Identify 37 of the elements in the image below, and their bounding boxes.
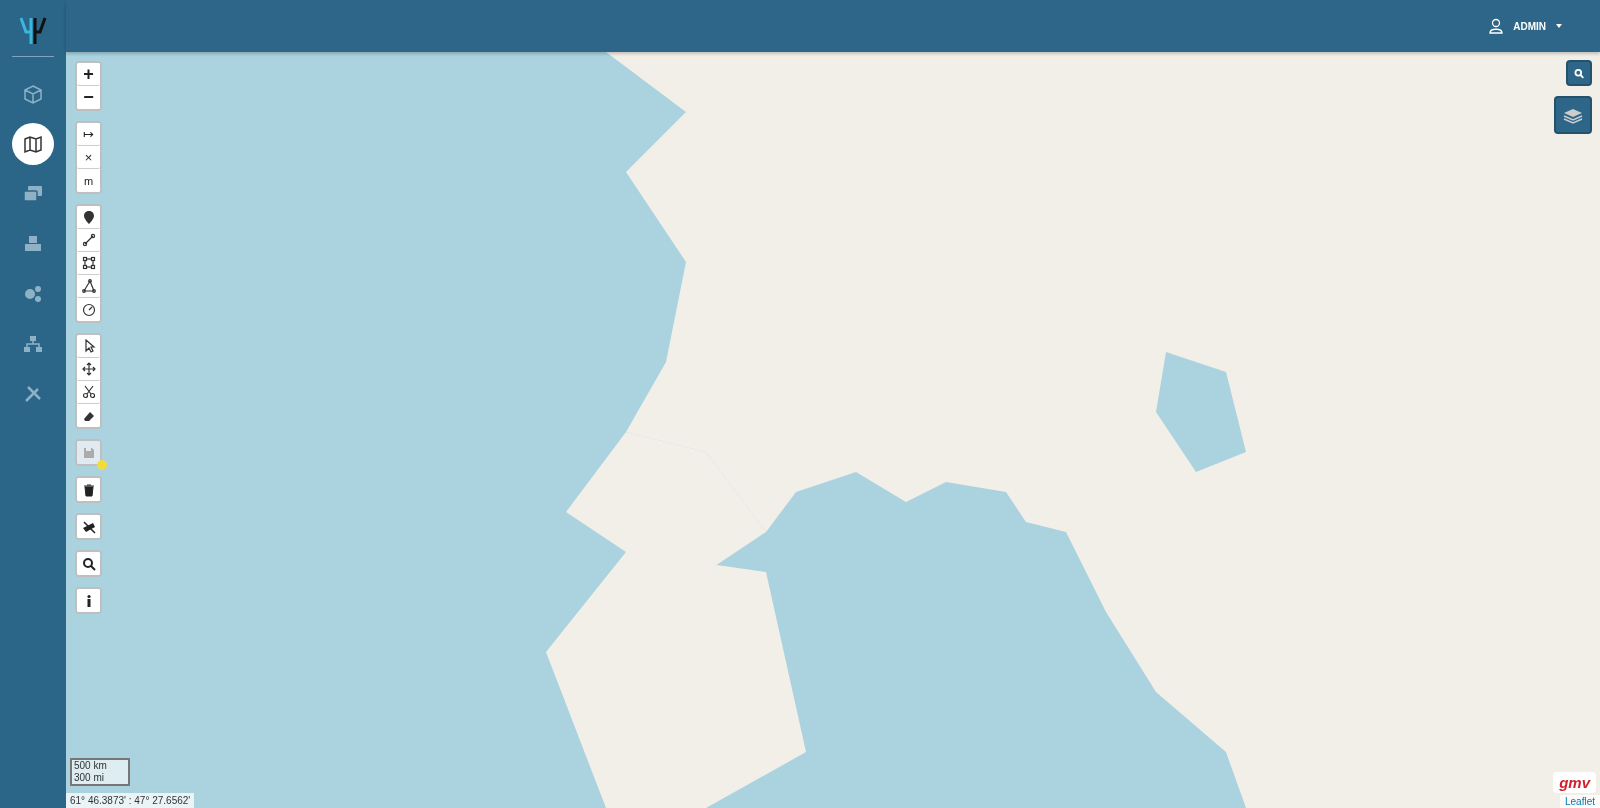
gallery-icon	[23, 184, 43, 204]
rectangle-icon	[81, 256, 96, 270]
cube-icon	[23, 84, 43, 104]
ship-slash-icon	[81, 519, 96, 534]
map-search-button[interactable]	[1566, 60, 1592, 86]
user-menu[interactable]: ADMIN	[1483, 17, 1568, 35]
marker-icon	[81, 210, 96, 224]
map-icon	[23, 134, 43, 154]
boxes-icon	[23, 234, 43, 254]
circle-icon	[81, 302, 96, 317]
coordinates-readout: 61° 46.3873' : 47° 27.6562'	[66, 793, 195, 808]
user-icon	[1489, 18, 1504, 34]
info-button[interactable]	[77, 589, 100, 612]
search-icon	[1574, 67, 1584, 79]
network-icon	[23, 334, 43, 354]
caret-icon	[1556, 24, 1562, 28]
save-icon	[81, 445, 96, 460]
draw-marker-button[interactable]	[77, 206, 100, 229]
zoom-in-button[interactable]: +	[77, 63, 100, 86]
sidebar-item[interactable]	[12, 123, 54, 165]
status-dot	[97, 460, 107, 470]
move-icon	[81, 362, 96, 376]
scale-bar: 500 km	[70, 758, 130, 772]
search-button[interactable]	[77, 552, 100, 575]
attribution-link[interactable]: Leaflet	[1559, 795, 1600, 808]
hide-ships-button[interactable]	[77, 515, 100, 538]
select-button[interactable]	[77, 335, 100, 358]
search-icon	[81, 556, 96, 571]
scale-bar: 300 mi	[70, 772, 130, 786]
line-icon	[81, 233, 96, 247]
trash-icon	[81, 482, 96, 497]
gmv-logo: gmv	[1553, 772, 1596, 793]
polygon-icon	[81, 279, 96, 293]
scissors-icon	[81, 385, 96, 399]
delete-button[interactable]	[77, 478, 100, 501]
layers-button[interactable]	[1554, 96, 1592, 134]
measure-button[interactable]: ↦	[77, 123, 100, 146]
